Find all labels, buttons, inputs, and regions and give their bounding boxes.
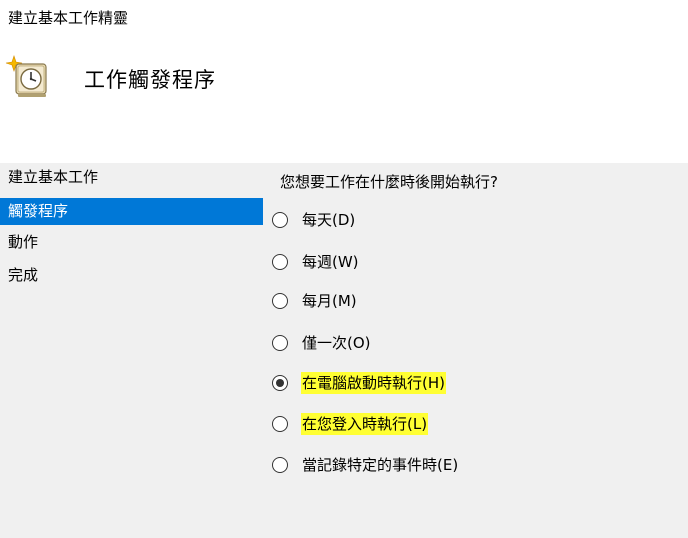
radio-button[interactable]	[272, 212, 288, 228]
sidebar-item-label: 完成	[8, 266, 39, 284]
option-label: 每週(W)	[302, 253, 359, 271]
sidebar-item-label: 觸發程序	[8, 202, 69, 220]
sidebar-item-trigger[interactable]: 觸發程序	[0, 198, 263, 225]
page-title: 工作觸發程序	[84, 68, 216, 92]
trigger-question: 您想要工作在什麼時後開始執行?	[280, 173, 498, 191]
option-label: 在您登入時執行(L)	[301, 413, 429, 435]
wizard-steps-sidebar: 建立基本工作 觸發程序 動作 完成	[0, 163, 263, 538]
option-label: 每月(M)	[302, 292, 357, 310]
option-weekly[interactable]: 每週(W)	[272, 249, 360, 275]
radio-button[interactable]	[272, 335, 288, 351]
option-one-time[interactable]: 僅一次(O)	[272, 330, 372, 356]
option-specific-event[interactable]: 當記錄特定的事件時(E)	[272, 452, 459, 478]
sidebar-item-finish[interactable]: 完成	[0, 262, 263, 289]
option-monthly[interactable]: 每月(M)	[272, 288, 358, 314]
sidebar-item-create-basic-task[interactable]: 建立基本工作	[0, 164, 263, 191]
radio-button[interactable]	[272, 457, 288, 473]
option-log-on[interactable]: 在您登入時執行(L)	[272, 411, 429, 437]
option-label: 每天(D)	[302, 211, 356, 229]
radio-button[interactable]	[272, 416, 288, 432]
option-computer-starts[interactable]: 在電腦啟動時執行(H)	[272, 370, 446, 396]
option-label: 當記錄特定的事件時(E)	[302, 456, 459, 474]
option-label: 在電腦啟動時執行(H)	[301, 372, 446, 394]
option-label: 僅一次(O)	[302, 334, 371, 352]
sidebar-item-label: 動作	[8, 233, 39, 251]
sidebar-item-label: 建立基本工作	[8, 168, 99, 186]
wizard-content: 建立基本工作 觸發程序 動作 完成 您想要工作在什麼時後開始執行? 每天(D) …	[0, 163, 688, 538]
option-daily[interactable]: 每天(D)	[272, 207, 356, 233]
radio-button-selected[interactable]	[272, 375, 288, 391]
wizard-window: 建立基本工作精靈 工作觸發程序 建立基本工作 觸發程序 動作 完成 您想要工作在…	[0, 0, 688, 538]
sidebar-item-action[interactable]: 動作	[0, 229, 263, 256]
radio-button[interactable]	[272, 293, 288, 309]
radio-button[interactable]	[272, 254, 288, 270]
window-title: 建立基本工作精靈	[8, 9, 129, 27]
task-clock-icon	[4, 52, 54, 100]
